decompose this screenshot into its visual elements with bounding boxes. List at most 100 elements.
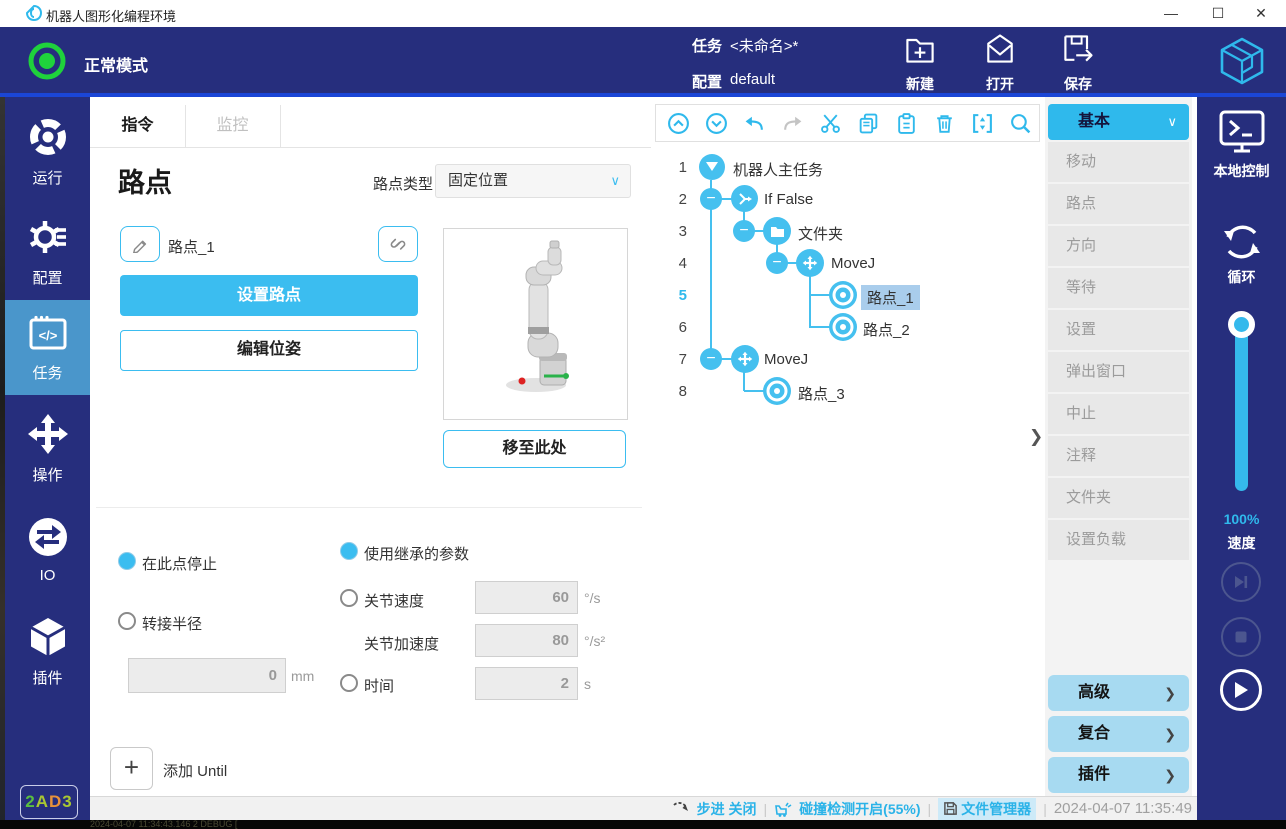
tree-collapse-button[interactable]: − [700,188,722,210]
sidebar-item-plugin[interactable]: 插件 [5,615,90,707]
tree-row-number: 2 [657,191,687,208]
waypoint-node-icon[interactable] [829,313,857,341]
movej-node-icon[interactable] [796,249,824,277]
sidebar-item-task[interactable]: </> 任务 [5,300,90,395]
local-control-icon[interactable] [1218,109,1266,155]
move-here-button[interactable]: 移至此处 [443,430,626,468]
open-task-button[interactable]: 打开 [965,31,1035,94]
speed-percent: 100% [1197,511,1286,527]
play-button[interactable] [1220,669,1262,711]
tree-node-label[interactable]: 路点_3 [798,383,845,404]
stop-button[interactable] [1221,617,1261,657]
redo-icon[interactable] [781,112,804,135]
paste-icon[interactable] [895,112,918,135]
tree-row-number: 6 [657,319,687,336]
step-forward-button[interactable] [1221,562,1261,602]
tree-node-label[interactable]: 文件夹 [798,223,843,244]
speed-slider-handle[interactable] [1228,311,1255,338]
tree-collapse-button[interactable]: − [766,252,788,274]
cut-icon[interactable] [819,112,842,135]
stop-here-label: 在此点停止 [142,553,217,574]
tree-node-label[interactable]: 机器人主任务 [733,159,823,180]
set-waypoint-button[interactable]: 设置路点 [120,275,418,316]
movej-node-icon[interactable] [731,345,759,373]
palette-group-basic[interactable]: 基本∨ [1048,104,1189,140]
panel-collapse-handle[interactable]: ❯ [1029,427,1043,447]
add-until-button[interactable]: + [110,747,153,790]
sidebar-item-run[interactable]: 运行 [5,115,90,207]
tree-collapse-button[interactable]: − [700,348,722,370]
blend-radius-input[interactable] [128,658,286,693]
move-down-icon[interactable] [705,112,728,135]
palette-item-waypoint[interactable]: 路点 [1048,184,1189,224]
tree-node-label[interactable]: 路点_2 [863,319,910,340]
palette-item-comment[interactable]: 注释 [1048,436,1189,476]
joint-speed-input[interactable] [475,581,578,614]
gear-icon [26,215,70,259]
tree-connector [809,274,811,327]
joint-speed-radio[interactable] [340,589,358,607]
tree-node-label[interactable]: MoveJ [831,255,875,272]
folder-node-icon[interactable] [763,217,791,245]
search-icon[interactable] [1009,112,1032,135]
maximize-button[interactable]: ☐ [1198,0,1238,27]
undo-icon[interactable] [743,112,766,135]
edit-pose-button[interactable]: 编辑位姿 [120,330,418,371]
status-bar: 步进 关闭 | 碰撞检测开启(55%) | 文件管理器 | 2024-04-07… [90,796,1197,820]
collision-detect-status[interactable]: 碰撞检测开启(55%) [799,799,920,819]
time-input[interactable] [475,667,578,700]
separator: | [1043,801,1047,817]
tab-instruction[interactable]: 指令 [90,105,186,147]
palette-item-set[interactable]: 设置 [1048,310,1189,350]
branch-icon [738,192,752,206]
stop-here-radio[interactable] [118,552,136,570]
add-until-label: 添加 Until [163,760,227,781]
tree-node-label[interactable]: If False [764,191,813,208]
minimize-button[interactable]: — [1151,0,1191,27]
palette-item-move[interactable]: 移动 [1048,142,1189,182]
move-arrows-icon [737,351,753,367]
if-node-icon[interactable] [731,185,758,212]
tree-node-label-selected[interactable]: 路点_1 [861,285,920,310]
copy-icon[interactable] [857,112,880,135]
tree-root-expander[interactable] [699,154,725,180]
waypoint-node-icon[interactable] [763,377,791,405]
sidebar-item-operate[interactable]: 操作 [5,412,90,504]
waypoint-type-select[interactable]: 固定位置 ∨ [435,164,631,198]
save-task-button[interactable]: 保存 [1043,31,1113,94]
waypoint-node-icon[interactable] [829,281,857,309]
blend-radius-radio[interactable] [118,612,136,630]
tree-node-label[interactable]: MoveJ [764,351,808,368]
joint-acc-input[interactable] [475,624,578,657]
tab-monitor[interactable]: 监控 [185,105,281,147]
palette-item-payload[interactable]: 设置负载 [1048,520,1189,560]
insert-icon[interactable] [971,112,994,135]
sidebar-item-config[interactable]: 配置 [5,215,90,307]
delete-icon[interactable] [933,112,956,135]
palette-item-wait[interactable]: 等待 [1048,268,1189,308]
palette-group-composite[interactable]: 复合❯ [1048,716,1189,752]
move-up-icon[interactable] [667,112,690,135]
palette-item-popup[interactable]: 弹出窗口 [1048,352,1189,392]
status-badge: 2AD3 [20,785,78,819]
loop-icon[interactable] [1219,219,1265,265]
speed-slider-track[interactable] [1235,325,1248,491]
close-button[interactable]: ✕ [1241,0,1281,27]
palette-item-direction[interactable]: 方向 [1048,226,1189,266]
sidebar-item-io[interactable]: IO [5,515,90,607]
joint-acc-label: 关节加速度 [364,633,439,654]
palette-item-folder[interactable]: 文件夹 [1048,478,1189,518]
palette-group-plugin[interactable]: 插件❯ [1048,757,1189,793]
file-manager-button[interactable]: 文件管理器 [938,798,1036,820]
tree-collapse-button[interactable]: − [733,220,755,242]
new-task-button[interactable]: 新建 [885,31,955,94]
separator: | [764,801,768,817]
palette-item-abort[interactable]: 中止 [1048,394,1189,434]
rename-waypoint-button[interactable] [120,226,160,262]
palette-group-advanced[interactable]: 高级❯ [1048,675,1189,711]
config-label: 配置 [692,71,722,92]
inherited-params-radio[interactable] [340,542,358,560]
step-mode-status[interactable]: 步进 关闭 [697,799,757,819]
time-radio[interactable] [340,674,358,692]
link-waypoint-button[interactable] [378,226,418,262]
